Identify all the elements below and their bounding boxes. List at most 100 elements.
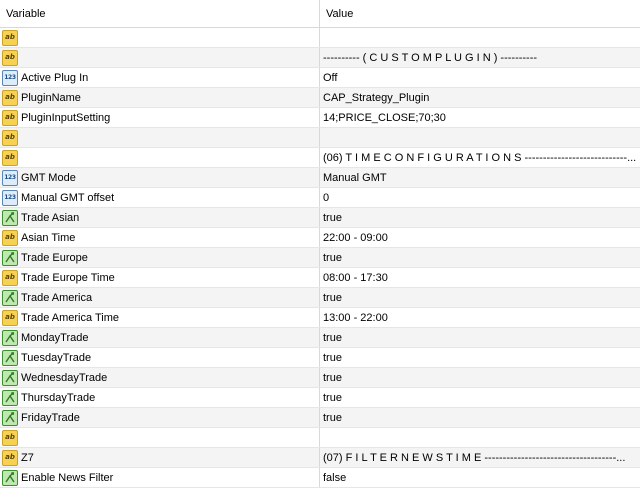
value-cell[interactable]: ---------- ( C U S T O M P L U G I N ) -… [320,48,640,67]
variable-cell[interactable]: Enable News Filter [0,468,320,487]
string-type-icon: ab [2,49,18,66]
variable-cell[interactable]: ThursdayTrade [0,388,320,407]
variable-value: 08:00 - 17:30 [323,271,388,284]
value-cell[interactable]: Off [320,68,640,87]
variable-cell[interactable]: ab Z7 [0,448,320,467]
type-icon-label: ab [5,273,15,281]
variable-value: true [323,251,342,264]
variable-name: TuesdayTrade [21,351,92,364]
variable-name: Asian Time [21,231,76,244]
value-cell[interactable]: true [320,388,640,407]
integer-type-icon: 123 [2,69,18,86]
type-icon-label: ab [5,433,15,441]
variable-value: true [323,211,342,224]
value-cell[interactable]: true [320,248,640,267]
variable-cell[interactable]: ab [0,148,320,167]
type-icon-label: ab [5,53,15,61]
table-row[interactable]: 123 Active Plug In Off [0,68,640,88]
variable-cell[interactable]: MondayTrade [0,328,320,347]
variable-value: 13:00 - 22:00 [323,311,388,324]
variable-cell[interactable]: FridayTrade [0,408,320,427]
table-row[interactable]: Trade Asian true [0,208,640,228]
variable-cell[interactable]: ab [0,428,320,447]
value-cell[interactable]: CAP_Strategy_Plugin [320,88,640,107]
value-cell[interactable]: true [320,408,640,427]
table-row[interactable]: TuesdayTrade true [0,348,640,368]
value-cell[interactable]: true [320,368,640,387]
value-cell[interactable]: (07) F I L T E R N E W S T I M E -------… [320,448,640,467]
table-row[interactable]: Trade Europe true [0,248,640,268]
table-row[interactable]: ab [0,428,640,448]
variable-cell[interactable]: ab [0,48,320,67]
variable-cell[interactable]: Trade America [0,288,320,307]
column-header-value-label: Value [326,7,354,20]
value-cell[interactable] [320,28,640,47]
variable-cell[interactable]: 123 GMT Mode [0,168,320,187]
value-cell[interactable]: false [320,468,640,487]
column-header-value[interactable]: Value [320,0,640,27]
value-cell[interactable]: 14;PRICE_CLOSE;70;30 [320,108,640,127]
value-cell[interactable]: true [320,288,640,307]
variable-cell[interactable]: ab Asian Time [0,228,320,247]
variable-value: true [323,351,342,364]
string-type-icon: ab [2,269,18,286]
table-row[interactable]: ab [0,28,640,48]
variable-cell[interactable]: ab [0,128,320,147]
variable-cell[interactable]: TuesdayTrade [0,348,320,367]
variable-name: Trade Europe Time [21,271,115,284]
value-cell[interactable]: true [320,208,640,227]
variable-cell[interactable]: ab Trade Europe Time [0,268,320,287]
variable-cell[interactable]: WednesdayTrade [0,368,320,387]
value-cell[interactable] [320,128,640,147]
value-cell[interactable]: 08:00 - 17:30 [320,268,640,287]
table-row[interactable]: ab [0,128,640,148]
value-cell[interactable]: true [320,328,640,347]
table-row[interactable]: ab Asian Time 22:00 - 09:00 [0,228,640,248]
type-icon-label: ab [5,33,15,41]
variable-cell[interactable]: ab [0,28,320,47]
variable-cell[interactable]: ab PluginInputSetting [0,108,320,127]
variable-name: Trade America Time [21,311,120,324]
type-icon-label: ab [5,313,15,321]
table-row[interactable]: FridayTrade true [0,408,640,428]
table-row[interactable]: ab Z7 (07) F I L T E R N E W S T I M E ---… [0,448,640,468]
variable-cell[interactable]: 123 Active Plug In [0,68,320,87]
variable-value: Manual GMT [323,171,387,184]
variable-name: Enable News Filter [21,471,114,484]
value-cell[interactable]: Manual GMT [320,168,640,187]
table-row[interactable]: ab PluginInputSetting 14;PRICE_CLOSE;70;30 [0,108,640,128]
boolean-type-icon [2,389,18,406]
value-cell[interactable]: true [320,348,640,367]
table-row[interactable]: ab (06) T I M E C O N F I G U R A T I O N… [0,148,640,168]
table-row[interactable]: Enable News Filter false [0,468,640,488]
variable-name: Trade America [21,291,93,304]
variable-name: WednesdayTrade [21,371,108,384]
variable-name: FridayTrade [21,411,80,424]
variable-cell[interactable]: Trade Europe [0,248,320,267]
table-row[interactable]: Trade America true [0,288,640,308]
value-cell[interactable]: 22:00 - 09:00 [320,228,640,247]
variable-value: false [323,471,347,484]
column-header-variable[interactable]: Variable [0,0,320,27]
value-cell[interactable] [320,428,640,447]
variable-name: ThursdayTrade [21,391,96,404]
table-row[interactable]: ab ---------- ( C U S T O M P L U G I N )… [0,48,640,68]
variable-cell[interactable]: ab Trade America Time [0,308,320,327]
type-icon-label: ab [5,153,15,161]
table-row[interactable]: 123 Manual GMT offset 0 [0,188,640,208]
table-row[interactable]: MondayTrade true [0,328,640,348]
table-row[interactable]: 123 GMT Mode Manual GMT [0,168,640,188]
table-row[interactable]: ab PluginName CAP_Strategy_Plugin [0,88,640,108]
string-type-icon: ab [2,109,18,126]
value-cell[interactable]: (06) T I M E C O N F I G U R A T I O N S… [320,148,640,167]
table-row[interactable]: ab Trade America Time 13:00 - 22:00 [0,308,640,328]
variable-cell[interactable]: Trade Asian [0,208,320,227]
value-cell[interactable]: 13:00 - 22:00 [320,308,640,327]
variable-cell[interactable]: 123 Manual GMT offset [0,188,320,207]
table-row[interactable]: WednesdayTrade true [0,368,640,388]
table-row[interactable]: ThursdayTrade true [0,388,640,408]
variable-cell[interactable]: ab PluginName [0,88,320,107]
boolean-type-icon [2,249,18,266]
table-row[interactable]: ab Trade Europe Time 08:00 - 17:30 [0,268,640,288]
value-cell[interactable]: 0 [320,188,640,207]
